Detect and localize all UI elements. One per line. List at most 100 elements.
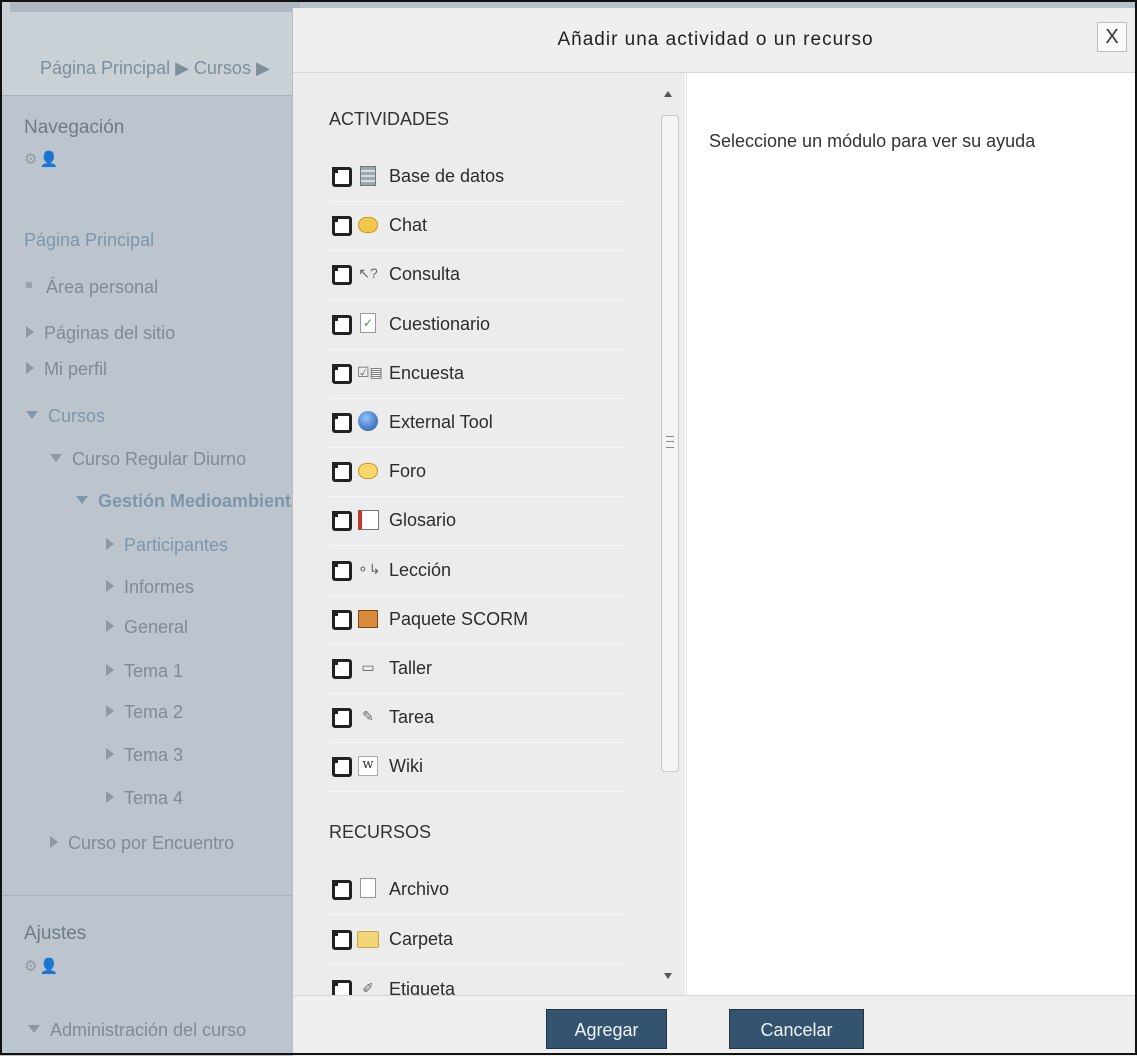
nav-item[interactable]: Curso Regular Diurno [50, 444, 246, 474]
chevron-down-icon [26, 411, 38, 420]
module-option[interactable]: ⚬↳ Lección [329, 546, 625, 596]
breadcrumb[interactable]: Página Principal ▶ Cursos ▶ [40, 58, 270, 79]
module-option[interactable]: ✐ Etiqueta [329, 965, 625, 995]
scorm-package-icon [357, 607, 379, 629]
nav-item-label: Informes [124, 577, 195, 597]
module-radio[interactable] [332, 413, 352, 433]
scroll-up-arrow-icon[interactable] [664, 91, 672, 97]
module-radio[interactable] [332, 216, 352, 237]
module-radio[interactable] [332, 265, 352, 286]
module-label: Cuestionario [389, 313, 491, 334]
chevron-right-icon [26, 362, 34, 375]
nav-item[interactable]: Mi perfil [26, 354, 107, 384]
module-option[interactable]: ✎ Tarea [329, 693, 625, 744]
module-help-panel: Seleccione un módulo para ver su ayuda [686, 73, 1137, 995]
nav-item-label: Tema 3 [124, 745, 184, 765]
nav-item[interactable]: Informes [106, 572, 194, 602]
globe-icon [357, 410, 379, 432]
module-radio[interactable] [332, 167, 352, 187]
navigation-block-title: Navegación [24, 117, 125, 138]
module-option[interactable]: Archivo [329, 865, 625, 915]
activities-heading: ACTIVIDADES [329, 109, 450, 129]
workshop-icon: ▭ [361, 659, 375, 675]
module-option[interactable]: ↖? Consulta [329, 250, 625, 301]
module-options-panel[interactable]: ACTIVIDADES RECURSOS Base de datos Chat ↖?… [293, 73, 685, 995]
chevron-right-icon [106, 580, 114, 593]
module-label: Etiqueta [389, 979, 456, 995]
nav-item[interactable]: Gestión Medioambiental [76, 486, 300, 516]
module-option[interactable]: Cuestionario [329, 300, 625, 350]
block-actions-icon[interactable]: ⚙​👤 [24, 150, 60, 168]
module-radio[interactable] [332, 708, 352, 729]
module-label: Glosario [389, 510, 457, 531]
survey-icon: ☑▤ [357, 363, 383, 380]
admin-course-item[interactable]: Administración del curso [28, 1015, 246, 1045]
module-radio[interactable] [332, 462, 352, 483]
module-option[interactable]: ▭ Taller [329, 644, 625, 694]
chevron-right-icon [26, 326, 34, 339]
nav-item[interactable]: Tema 4 [106, 783, 183, 813]
module-option[interactable]: Carpeta [329, 915, 625, 965]
settings-block-title: Ajustes [24, 923, 87, 944]
nav-item-label: Área personal [46, 277, 159, 297]
module-radio[interactable] [332, 511, 352, 532]
nav-item[interactable]: Página Principal [24, 225, 154, 255]
chat-icon [357, 213, 379, 235]
module-radio[interactable] [332, 363, 352, 384]
module-radio[interactable] [332, 930, 352, 950]
dialog-title: Añadir una actividad o un recurso [557, 29, 874, 50]
nav-item[interactable]: Páginas del sitio [26, 318, 175, 348]
module-radio[interactable] [332, 609, 352, 630]
module-radio[interactable] [332, 880, 352, 900]
nav-item-label: Curso Regular Diurno [72, 449, 247, 469]
module-option[interactable]: External Tool [329, 398, 625, 448]
module-label: Foro [389, 461, 427, 482]
activity-chooser-dialog: Añadir una actividad o un recurso X ACTI… [292, 8, 1137, 1056]
module-label: Tarea [389, 707, 435, 728]
scroll-down-arrow-icon[interactable] [664, 973, 672, 979]
module-option[interactable]: Base de datos [329, 152, 625, 202]
nav-item[interactable]: General [106, 612, 188, 642]
module-label: Taller [389, 658, 433, 678]
nav-item[interactable]: Participantes [106, 530, 228, 560]
dialog-footer: Agregar Cancelar [293, 995, 1137, 1056]
nav-item-label: Curso por Encuentro [68, 833, 235, 853]
nav-item[interactable]: Cursos [26, 401, 105, 431]
resources-heading: RECURSOS [329, 822, 432, 842]
module-radio[interactable] [332, 314, 352, 335]
module-radio[interactable] [332, 757, 352, 778]
nav-item[interactable]: Tema 2 [106, 697, 183, 727]
module-label: Consulta [389, 264, 461, 285]
glossary-icon [357, 508, 379, 531]
module-option[interactable]: Glosario [329, 496, 625, 547]
module-radio[interactable] [332, 659, 352, 679]
module-option[interactable]: ☑▤ Encuesta [329, 349, 625, 399]
chevron-down-icon [50, 454, 62, 463]
nav-item[interactable]: Tema 1 [106, 656, 183, 686]
add-button[interactable]: Agregar [546, 1009, 667, 1049]
nav-item-label: Tema 4 [124, 788, 184, 808]
options-scrollbar[interactable] [650, 73, 685, 995]
module-radio[interactable] [332, 980, 352, 995]
module-option[interactable]: Foro [329, 447, 625, 498]
nav-item[interactable]: Área personal [26, 272, 158, 302]
module-option[interactable]: Paquete SCORM [329, 595, 625, 645]
module-option[interactable]: w Wiki [329, 742, 625, 793]
bullet-icon [26, 282, 32, 289]
module-label: Base de datos [389, 166, 505, 186]
chevron-right-icon [106, 791, 114, 804]
admin-course-label: Administración del curso [50, 1020, 247, 1040]
scrollbar-thumb[interactable] [661, 115, 679, 772]
nav-item[interactable]: Curso por Encuentro [50, 828, 234, 858]
close-button[interactable]: X [1097, 22, 1127, 52]
module-radio[interactable] [332, 560, 352, 581]
nav-item-label: Cursos [48, 406, 106, 426]
dialog-header: Añadir una actividad o un recurso X [293, 8, 1137, 73]
module-option[interactable]: Chat [329, 201, 625, 252]
nav-item-label: Tema 2 [124, 702, 184, 722]
module-label: Paquete SCORM [389, 608, 529, 629]
cancel-button[interactable]: Cancelar [729, 1009, 864, 1049]
nav-item[interactable]: Tema 3 [106, 740, 183, 770]
settings-actions-icon[interactable]: ⚙​👤 [24, 957, 60, 975]
module-label: Chat [389, 215, 428, 236]
